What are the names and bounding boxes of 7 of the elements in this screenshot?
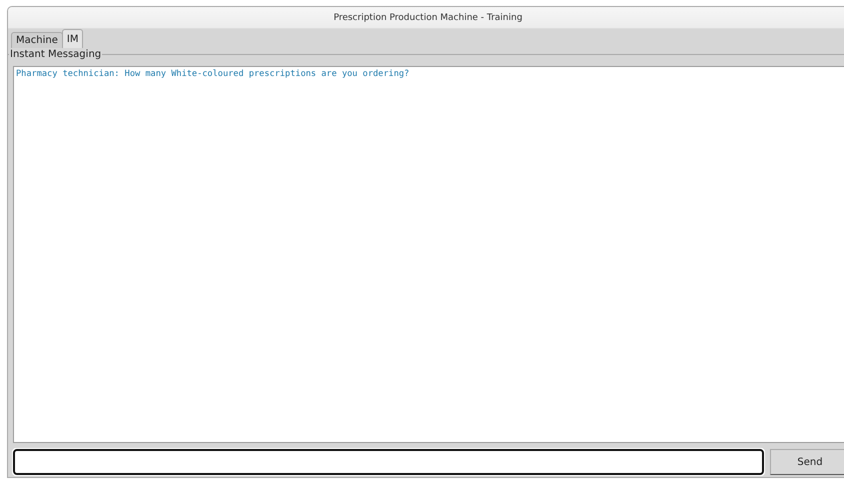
window-title: Prescription Production Machine - Training — [334, 12, 522, 22]
tab[interactable]: Machine — [11, 32, 63, 48]
tab[interactable]: IM — [62, 29, 84, 48]
chat-message: Pharmacy technician: How many White-coloured prescriptions are you ordering? — [16, 69, 410, 79]
send-button[interactable]: Send — [770, 449, 844, 475]
group-title: Instant Messaging — [9, 48, 102, 61]
message-input[interactable] — [13, 449, 764, 475]
